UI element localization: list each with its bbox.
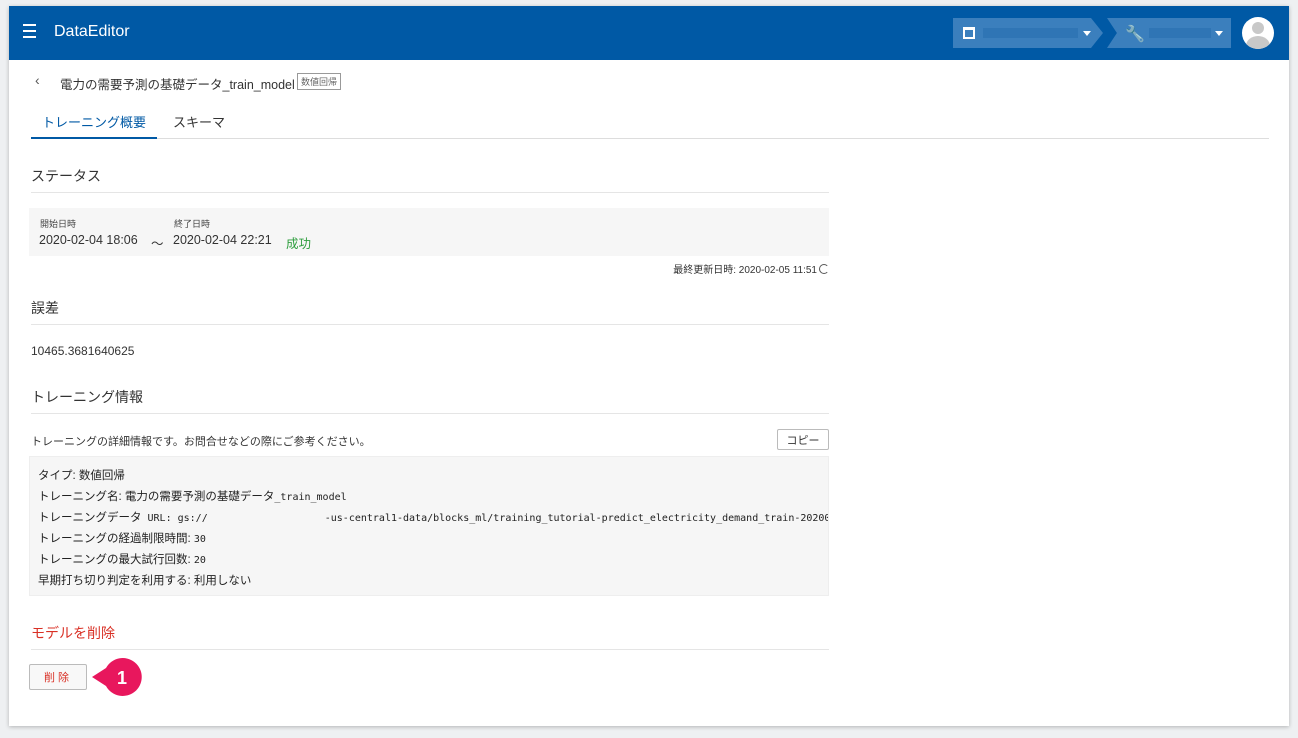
info-time-limit: トレーニングの経過制限時間: 30 bbox=[38, 533, 206, 545]
project-name-redacted bbox=[1149, 28, 1211, 38]
model-type-badge: 数値回帰 bbox=[297, 73, 342, 90]
menu-icon[interactable] bbox=[23, 24, 39, 40]
project-select[interactable]: 🔧 bbox=[1107, 18, 1231, 48]
training-info-heading: トレーニング情報 bbox=[31, 387, 829, 414]
end-value: 2020-02-04 22:21 bbox=[173, 233, 272, 247]
delete-button[interactable]: 削除 bbox=[29, 664, 87, 690]
callout-number: 1 bbox=[117, 668, 127, 688]
info-type: タイプ: 数値回帰 bbox=[38, 470, 125, 482]
tab-training-overview[interactable]: トレーニング概要 bbox=[31, 106, 157, 139]
back-icon[interactable]: ‹ bbox=[35, 72, 40, 88]
copy-button[interactable]: コピー bbox=[777, 429, 829, 450]
training-info-description: トレーニングの詳細情報です。お問合せなどの際にご参考ください。 bbox=[31, 436, 371, 448]
avatar[interactable] bbox=[1242, 17, 1274, 49]
wrench-icon: 🔧 bbox=[1125, 26, 1145, 43]
status-panel: 開始日時 2020-02-04 18:06 〜 終了日時 2020-02-04 … bbox=[29, 208, 829, 256]
error-heading: 誤差 bbox=[31, 298, 829, 325]
refresh-icon[interactable] bbox=[819, 264, 829, 274]
app-bar: DataEditor 🔧 bbox=[9, 6, 1289, 60]
callout-badge: 1 bbox=[92, 658, 142, 696]
tab-schema[interactable]: スキーマ bbox=[173, 106, 225, 139]
last-updated: 最終更新日時: 2020-02-05 11:51 bbox=[609, 261, 829, 276]
info-data-url: トレーニングデータ URL: gs://-us-central1-data/bl… bbox=[38, 512, 829, 524]
tab-bar: トレーニング概要 スキーマ bbox=[31, 106, 1269, 139]
building-icon bbox=[963, 27, 975, 39]
start-label: 開始日時 bbox=[40, 219, 77, 229]
app-window: DataEditor 🔧 ‹ 電力の需要予測の基礎データ_train_model… bbox=[9, 6, 1289, 726]
page-title: 電力の需要予測の基礎データ_train_model bbox=[60, 78, 295, 92]
app-title: DataEditor bbox=[54, 23, 130, 40]
error-value: 10465.3681640625 bbox=[31, 344, 135, 358]
info-name: トレーニング名: 電力の需要予測の基礎データ_train_model bbox=[38, 491, 347, 503]
organization-name-redacted bbox=[983, 28, 1078, 38]
chevron-down-icon bbox=[1083, 31, 1091, 36]
organization-select[interactable] bbox=[953, 18, 1103, 48]
training-info-box[interactable]: タイプ: 数値回帰 トレーニング名: 電力の需要予測の基礎データ_train_m… bbox=[29, 456, 829, 596]
start-value: 2020-02-04 18:06 bbox=[39, 233, 138, 247]
end-label: 終了日時 bbox=[174, 219, 211, 229]
delete-heading: モデルを削除 bbox=[31, 623, 829, 650]
info-max-trials: トレーニングの最大試行回数: 20 bbox=[38, 554, 206, 566]
status-badge: 成功 bbox=[286, 237, 312, 251]
date-separator: 〜 bbox=[151, 237, 164, 251]
chevron-down-icon bbox=[1215, 31, 1223, 36]
info-early-stop: 早期打ち切り判定を利用する: 利用しない bbox=[38, 575, 252, 587]
status-heading: ステータス bbox=[31, 166, 829, 193]
